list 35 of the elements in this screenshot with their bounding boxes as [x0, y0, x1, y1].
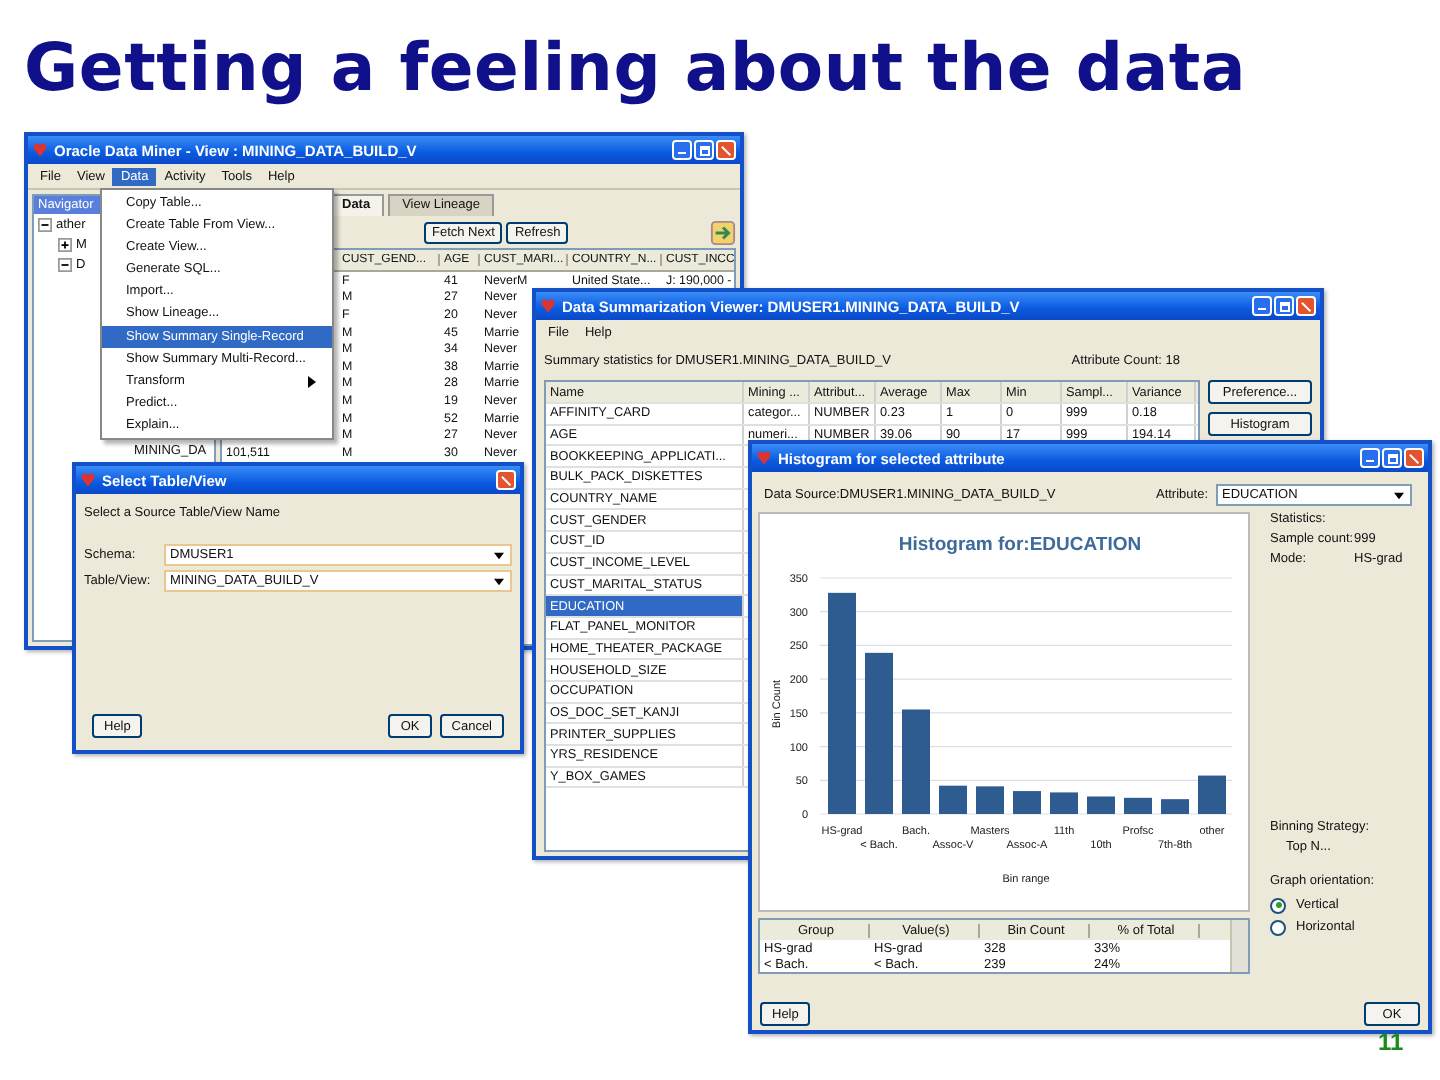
scroll-bar[interactable] — [1230, 920, 1248, 972]
app-icon — [756, 450, 772, 466]
close-button[interactable] — [1404, 448, 1424, 468]
caret-icon — [1394, 491, 1404, 499]
minimize-button[interactable] — [1252, 296, 1272, 316]
page-number: 11 — [1378, 1028, 1404, 1056]
bar — [1087, 796, 1115, 814]
minimize-button[interactable] — [1360, 448, 1380, 468]
bar — [1050, 792, 1078, 814]
maximize-button[interactable] — [1382, 448, 1402, 468]
minimize-button[interactable] — [672, 140, 692, 160]
bar — [939, 785, 967, 814]
caret-icon — [494, 551, 504, 559]
bar — [1124, 797, 1152, 814]
slide-title: Getting a feeling about the data — [24, 28, 1247, 106]
tree-toggle-icon[interactable] — [58, 257, 72, 271]
app-icon — [32, 142, 48, 158]
maximize-button[interactable] — [694, 140, 714, 160]
maximize-button[interactable] — [1274, 296, 1294, 316]
bar — [976, 786, 1004, 814]
export-icon[interactable] — [710, 220, 736, 246]
close-button[interactable] — [716, 140, 736, 160]
submenu-arrow-icon — [308, 375, 316, 388]
tree-toggle-icon[interactable] — [38, 217, 52, 231]
bar — [1161, 799, 1189, 814]
app-icon — [80, 472, 96, 488]
app-icon — [540, 298, 556, 314]
bar — [902, 709, 930, 814]
bar — [1198, 775, 1226, 814]
close-button[interactable] — [1296, 296, 1316, 316]
chart-title: Histogram for:EDUCATION — [898, 534, 1142, 556]
caret-icon — [494, 577, 504, 585]
tree-toggle-icon[interactable] — [58, 237, 72, 251]
close-button[interactable] — [496, 470, 516, 490]
bar — [1013, 791, 1041, 814]
